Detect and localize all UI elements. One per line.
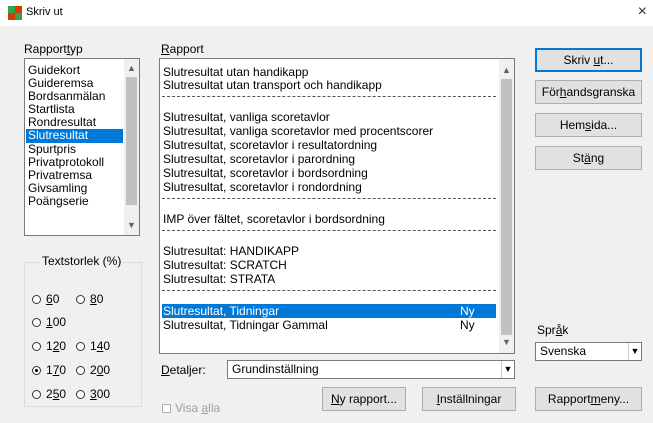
stang-button[interactable]: Stäng: [535, 146, 642, 170]
separator: [162, 290, 496, 291]
window-title: Skriv ut: [26, 6, 63, 18]
list-item[interactable]: Slutresultat, vanliga scoretavlor med pr…: [162, 124, 496, 138]
detaljer-value: Grundinställning: [232, 362, 319, 376]
list-item[interactable]: Slutresultat: [26, 129, 123, 143]
rapportmeny-button[interactable]: Rapportmeny...: [535, 387, 642, 411]
textstorlek-radio-label: 60: [46, 292, 60, 306]
list-item[interactable]: Slutresultat, scoretavlor i rondordning: [162, 180, 496, 194]
scroll-thumb[interactable]: [501, 79, 512, 335]
textstorlek-radio-label: 200: [90, 363, 111, 377]
textstorlek-radio[interactable]: [76, 366, 85, 375]
list-item[interactable]: Slutresultat: STRATA: [162, 272, 496, 286]
rapporttyp-label: Rapporttyp: [24, 42, 83, 56]
list-item[interactable]: Slutresultat, vanliga scoretavlor: [162, 110, 496, 124]
report-tag: Ny: [460, 318, 475, 332]
list-item[interactable]: Privatremsa: [26, 168, 123, 182]
report-name: IMP över fältet, scoretavlor i bordsordn…: [163, 212, 385, 226]
list-item[interactable]: Slutresultat, scoretavlor i resultatordn…: [162, 138, 496, 152]
rapporttyp-scrollbar[interactable]: ▲ ▼: [124, 59, 139, 235]
textstorlek-radio-label: 250: [46, 387, 67, 401]
textstorlek-group: [24, 262, 142, 407]
textstorlek-radio-label: 80: [90, 292, 104, 306]
textstorlek-radio[interactable]: [32, 318, 41, 327]
list-item[interactable]: Slutresultat, Tidningar Ny: [162, 304, 496, 318]
rapport-label: Rapport: [161, 42, 204, 56]
report-name: Slutresultat, Tidningar Gammal: [163, 318, 328, 332]
separator: [162, 96, 496, 97]
close-icon[interactable]: ×: [638, 3, 647, 21]
app-icon: [8, 6, 22, 20]
sprak-combobox[interactable]: Svenska ▼: [535, 342, 642, 361]
list-item[interactable]: Poängserie: [26, 194, 123, 208]
report-name: Slutresultat: SCRATCH: [163, 258, 287, 272]
list-item[interactable]: Slutresultat utan handikapp: [162, 65, 496, 79]
scroll-down-icon[interactable]: ▼: [499, 336, 514, 349]
textstorlek-title: Textstorlek (%): [40, 254, 124, 268]
list-item[interactable]: Givsamling: [26, 181, 123, 195]
textstorlek-radio[interactable]: [76, 390, 85, 399]
report-name: Slutresultat utan handikapp: [163, 65, 309, 79]
scroll-up-icon[interactable]: ▲: [124, 62, 139, 75]
scroll-up-icon[interactable]: ▲: [499, 64, 514, 77]
report-name: Slutresultat, scoretavlor i parordning: [163, 152, 356, 166]
detaljer-combobox[interactable]: Grundinställning ▼: [227, 360, 515, 379]
report-name: Slutresultat, scoretavlor i resultatordn…: [163, 138, 378, 152]
separator: [162, 230, 496, 231]
sprak-label: Språk: [537, 323, 569, 337]
report-name: Slutresultat, vanliga scoretavlor med pr…: [163, 124, 434, 138]
textstorlek-radio-label: 100: [46, 315, 67, 329]
visa-alla-label: Visa alla: [175, 401, 221, 415]
scroll-thumb[interactable]: [126, 77, 137, 205]
installningar-button[interactable]: Inställningar: [422, 387, 516, 411]
list-item[interactable]: IMP över fältet, scoretavlor i bordsordn…: [162, 212, 496, 226]
textstorlek-radio-label: 120: [46, 339, 67, 353]
rapport-listbox[interactable]: Slutresultat utan handikapp Slutresultat …: [159, 58, 515, 354]
forhandsgranska-button[interactable]: Förhandsgranska: [535, 80, 642, 104]
ny-rapport-button[interactable]: Ny rapport...: [322, 387, 406, 411]
report-name: Slutresultat utan transport och handikap…: [163, 78, 382, 92]
report-name: Slutresultat: HANDIKAPP: [163, 244, 300, 258]
textstorlek-radio-label: 140: [90, 339, 111, 353]
textstorlek-radio[interactable]: [76, 295, 85, 304]
scroll-down-icon[interactable]: ▼: [124, 219, 139, 232]
report-name: Slutresultat, scoretavlor i rondordning: [163, 180, 362, 194]
textstorlek-radio[interactable]: [32, 366, 41, 375]
separator: [162, 198, 496, 199]
report-name: Slutresultat, vanliga scoretavlor: [163, 110, 330, 124]
list-item[interactable]: Slutresultat utan transport och handikap…: [162, 78, 496, 92]
textstorlek-radio-label: 170: [46, 363, 67, 377]
chevron-down-icon[interactable]: ▼: [501, 361, 514, 378]
list-item[interactable]: Slutresultat, Tidningar Gammal Ny: [162, 318, 496, 332]
textstorlek-radio[interactable]: [32, 390, 41, 399]
report-tag: Ny: [460, 304, 475, 318]
chevron-down-icon[interactable]: ▼: [628, 343, 641, 360]
visa-alla-checkbox[interactable]: [162, 404, 171, 413]
list-item[interactable]: Slutresultat, scoretavlor i bordsordning: [162, 166, 496, 180]
detaljer-label: Detaljer:: [161, 363, 206, 377]
list-item[interactable]: Slutresultat: HANDIKAPP: [162, 244, 496, 258]
list-item[interactable]: Slutresultat, scoretavlor i parordning: [162, 152, 496, 166]
report-name: Slutresultat: STRATA: [163, 272, 276, 286]
title-bar: Skriv ut ×: [0, 0, 653, 26]
rapport-scrollbar[interactable]: ▲ ▼: [499, 59, 514, 353]
list-item[interactable]: Slutresultat: SCRATCH: [162, 258, 496, 272]
textstorlek-radio-label: 300: [90, 387, 111, 401]
textstorlek-radio[interactable]: [32, 295, 41, 304]
report-name: Slutresultat, scoretavlor i bordsordning: [163, 166, 368, 180]
skriv-ut-button[interactable]: Skriv ut...: [535, 48, 642, 72]
report-name: Slutresultat, Tidningar: [163, 304, 280, 318]
textstorlek-radio[interactable]: [32, 342, 41, 351]
textstorlek-radio[interactable]: [76, 342, 85, 351]
list-item[interactable]: Privatprotokoll: [26, 155, 123, 169]
sprak-value: Svenska: [540, 344, 587, 358]
hemsida-button[interactable]: Hemsida...: [535, 113, 642, 137]
list-item[interactable]: Spurtpris: [26, 142, 123, 156]
rapporttyp-listbox[interactable]: Guidekort Guideremsa Bordsanmälan Startlist…: [24, 58, 140, 236]
